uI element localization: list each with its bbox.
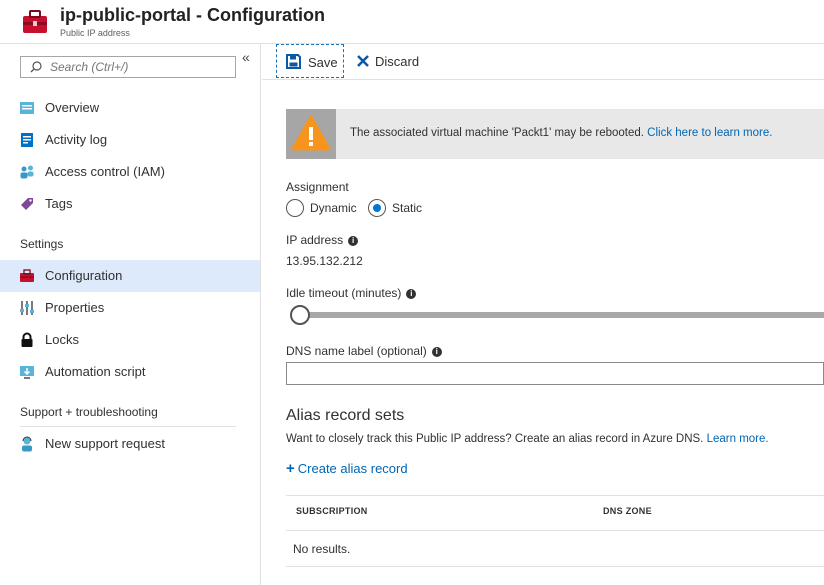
toolbox-icon — [20, 269, 34, 282]
command-bar: Save Discard — [262, 44, 824, 80]
idle-timeout-slider-track[interactable] — [297, 312, 824, 318]
plus-icon: + — [286, 460, 295, 477]
sidebar-item-label: Locks — [45, 332, 79, 347]
settings-section-header: Settings — [20, 237, 64, 251]
sidebar-item-label: Automation script — [45, 364, 146, 379]
discard-label: Discard — [375, 54, 420, 69]
close-icon — [357, 55, 369, 67]
tag-icon — [21, 198, 33, 210]
table-empty-message: No results. — [293, 542, 351, 556]
sidebar-item-label: Configuration — [45, 268, 123, 283]
sidebar-item-locks[interactable]: Locks — [0, 324, 260, 356]
toolbox-resource-icon — [23, 10, 47, 33]
save-icon — [286, 54, 301, 69]
search-placeholder: Search (Ctrl+/) — [50, 60, 129, 74]
sidebar-item-new-support-request[interactable]: New support request — [0, 428, 260, 460]
ip-address-value: 13.95.132.212 — [286, 254, 363, 268]
discard-button[interactable]: Discard — [354, 44, 424, 78]
info-icon[interactable]: i — [348, 235, 359, 246]
support-section-header: Support + troubleshooting — [20, 405, 158, 419]
lock-icon — [21, 332, 33, 347]
sidebar-item-configuration[interactable]: Configuration — [0, 260, 260, 292]
idle-timeout-slider-thumb[interactable] — [290, 305, 310, 325]
column-header-dns-zone[interactable]: DNS ZONE — [603, 506, 652, 516]
assignment-label: Assignment — [286, 180, 349, 194]
dns-label: DNS name label (optional) i — [286, 344, 442, 358]
column-header-subscription[interactable]: SUBSCRIPTION — [296, 506, 368, 516]
table-divider — [286, 530, 824, 531]
sidebar-item-automation-script[interactable]: Automation script — [0, 356, 260, 388]
collapse-sidebar-icon[interactable]: « — [242, 49, 250, 65]
activity-log-icon — [21, 133, 33, 147]
table-divider — [286, 495, 824, 496]
sidebar-item-label: Access control (IAM) — [45, 164, 165, 179]
create-alias-record-button[interactable]: + Create alias record — [286, 460, 408, 477]
sidebar-item-label: New support request — [45, 436, 165, 451]
ip-address-label-text: IP address — [286, 233, 344, 247]
info-icon[interactable]: i — [406, 288, 417, 299]
script-icon — [20, 366, 34, 379]
alias-description: Want to closely track this Public IP add… — [286, 433, 769, 445]
save-label: Save — [308, 55, 338, 70]
dynamic-radio[interactable] — [286, 199, 304, 217]
warning-message: The associated virtual machine 'Packt1' … — [350, 127, 772, 139]
warning-learn-more-link[interactable]: Click here to learn more. — [647, 127, 772, 139]
sidebar-item-overview[interactable]: Overview — [0, 92, 260, 124]
info-icon[interactable]: i — [431, 346, 442, 357]
idle-timeout-label-text: Idle timeout (minutes) — [286, 286, 402, 300]
people-icon — [20, 165, 34, 179]
sidebar-item-properties[interactable]: Properties — [0, 292, 260, 324]
alias-learn-more-link[interactable]: Learn more. — [707, 433, 769, 445]
overview-icon — [20, 102, 34, 114]
warning-icon — [291, 115, 331, 151]
warning-icon-box — [286, 109, 336, 159]
sidebar-item-label: Overview — [45, 100, 100, 115]
sidebar-item-label: Tags — [45, 196, 73, 211]
sidebar: Search (Ctrl+/) « Overview Activity log … — [0, 44, 261, 585]
static-radio[interactable] — [368, 199, 386, 217]
warning-banner: The associated virtual machine 'Packt1' … — [286, 109, 824, 159]
warning-text: The associated virtual machine 'Packt1' … — [350, 127, 644, 139]
static-radio-label: Static — [392, 201, 423, 215]
sidebar-item-label: Properties — [45, 300, 105, 315]
ip-address-label: IP address i — [286, 233, 359, 247]
support-person-icon — [22, 436, 32, 452]
idle-timeout-label: Idle timeout (minutes) i — [286, 286, 417, 300]
alias-record-sets-heading: Alias record sets — [286, 407, 405, 424]
page-title: ip-public-portal - Configuration — [60, 5, 325, 25]
dns-label-text: DNS name label (optional) — [286, 344, 427, 358]
sidebar-item-label: Activity log — [45, 132, 108, 147]
search-icon — [30, 61, 42, 73]
dns-name-label-input[interactable] — [286, 362, 824, 385]
search-input[interactable]: Search (Ctrl+/) — [20, 56, 236, 78]
sidebar-item-activity-log[interactable]: Activity log — [0, 124, 260, 156]
save-button[interactable]: Save — [276, 44, 344, 78]
blade-header: ip-public-portal - Configuration Public … — [0, 0, 824, 44]
alias-description-text: Want to closely track this Public IP add… — [286, 433, 704, 445]
page-subtitle: Public IP address — [60, 28, 130, 38]
sidebar-item-access-control[interactable]: Access control (IAM) — [0, 156, 260, 188]
dynamic-radio-label: Dynamic — [310, 201, 357, 215]
table-divider — [286, 566, 824, 567]
sliders-icon — [20, 301, 34, 315]
section-divider — [20, 426, 236, 427]
sidebar-item-tags[interactable]: Tags — [0, 188, 260, 220]
create-alias-record-label: Create alias record — [297, 461, 408, 476]
